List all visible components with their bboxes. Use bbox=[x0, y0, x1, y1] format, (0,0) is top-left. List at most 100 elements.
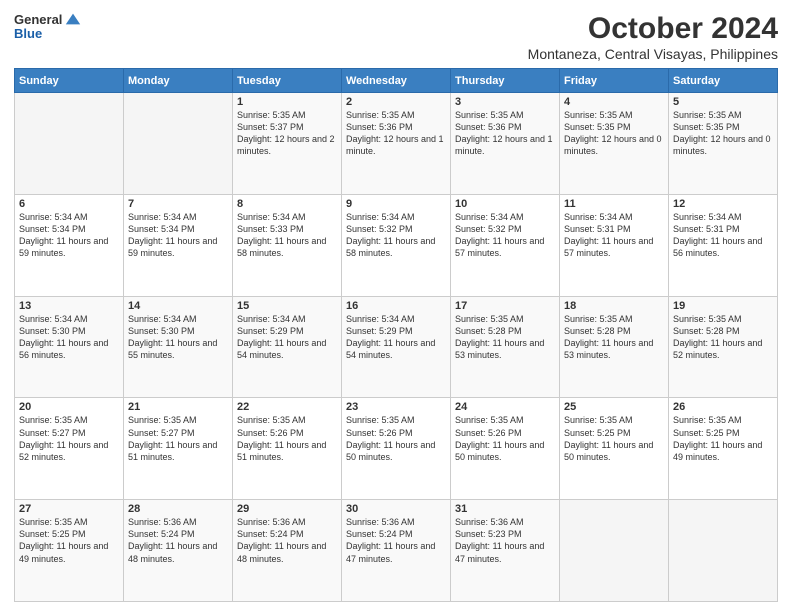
calendar-cell: 26Sunrise: 5:35 AMSunset: 5:25 PMDayligh… bbox=[669, 398, 778, 500]
calendar-cell: 30Sunrise: 5:36 AMSunset: 5:24 PMDayligh… bbox=[342, 500, 451, 602]
day-info: Sunrise: 5:35 AMSunset: 5:27 PMDaylight:… bbox=[19, 414, 119, 463]
day-info: Sunrise: 5:35 AMSunset: 5:25 PMDaylight:… bbox=[673, 414, 773, 463]
calendar-cell: 29Sunrise: 5:36 AMSunset: 5:24 PMDayligh… bbox=[233, 500, 342, 602]
day-number: 10 bbox=[455, 198, 555, 210]
calendar-cell: 2Sunrise: 5:35 AMSunset: 5:36 PMDaylight… bbox=[342, 93, 451, 195]
calendar-cell bbox=[669, 500, 778, 602]
day-info: Sunrise: 5:34 AMSunset: 5:32 PMDaylight:… bbox=[346, 211, 446, 260]
day-number: 11 bbox=[564, 198, 664, 210]
title-block: October 2024 Montaneza, Central Visayas,… bbox=[528, 12, 778, 62]
day-info: Sunrise: 5:36 AMSunset: 5:24 PMDaylight:… bbox=[346, 516, 446, 565]
day-info: Sunrise: 5:35 AMSunset: 5:26 PMDaylight:… bbox=[455, 414, 555, 463]
calendar-cell: 28Sunrise: 5:36 AMSunset: 5:24 PMDayligh… bbox=[124, 500, 233, 602]
day-number: 4 bbox=[564, 96, 664, 108]
day-number: 28 bbox=[128, 503, 228, 515]
calendar-cell bbox=[560, 500, 669, 602]
header: General Blue October 2024 Montaneza, Cen… bbox=[14, 12, 778, 62]
calendar-cell: 27Sunrise: 5:35 AMSunset: 5:25 PMDayligh… bbox=[15, 500, 124, 602]
day-info: Sunrise: 5:35 AMSunset: 5:28 PMDaylight:… bbox=[564, 313, 664, 362]
calendar-cell: 24Sunrise: 5:35 AMSunset: 5:26 PMDayligh… bbox=[451, 398, 560, 500]
day-info: Sunrise: 5:36 AMSunset: 5:23 PMDaylight:… bbox=[455, 516, 555, 565]
day-info: Sunrise: 5:34 AMSunset: 5:30 PMDaylight:… bbox=[19, 313, 119, 362]
week-row-5: 27Sunrise: 5:35 AMSunset: 5:25 PMDayligh… bbox=[15, 500, 778, 602]
calendar-cell: 16Sunrise: 5:34 AMSunset: 5:29 PMDayligh… bbox=[342, 296, 451, 398]
day-number: 30 bbox=[346, 503, 446, 515]
day-info: Sunrise: 5:35 AMSunset: 5:26 PMDaylight:… bbox=[346, 414, 446, 463]
calendar-cell: 9Sunrise: 5:34 AMSunset: 5:32 PMDaylight… bbox=[342, 194, 451, 296]
day-number: 20 bbox=[19, 401, 119, 413]
day-info: Sunrise: 5:34 AMSunset: 5:29 PMDaylight:… bbox=[237, 313, 337, 362]
calendar-cell: 14Sunrise: 5:34 AMSunset: 5:30 PMDayligh… bbox=[124, 296, 233, 398]
day-info: Sunrise: 5:34 AMSunset: 5:31 PMDaylight:… bbox=[673, 211, 773, 260]
weekday-header-sunday: Sunday bbox=[15, 69, 124, 93]
day-info: Sunrise: 5:35 AMSunset: 5:25 PMDaylight:… bbox=[564, 414, 664, 463]
weekday-header-wednesday: Wednesday bbox=[342, 69, 451, 93]
day-number: 12 bbox=[673, 198, 773, 210]
day-info: Sunrise: 5:35 AMSunset: 5:35 PMDaylight:… bbox=[673, 109, 773, 158]
day-info: Sunrise: 5:34 AMSunset: 5:32 PMDaylight:… bbox=[455, 211, 555, 260]
day-number: 8 bbox=[237, 198, 337, 210]
day-number: 1 bbox=[237, 96, 337, 108]
day-number: 14 bbox=[128, 300, 228, 312]
day-info: Sunrise: 5:35 AMSunset: 5:28 PMDaylight:… bbox=[455, 313, 555, 362]
day-info: Sunrise: 5:35 AMSunset: 5:26 PMDaylight:… bbox=[237, 414, 337, 463]
day-number: 5 bbox=[673, 96, 773, 108]
week-row-2: 6Sunrise: 5:34 AMSunset: 5:34 PMDaylight… bbox=[15, 194, 778, 296]
calendar-cell: 18Sunrise: 5:35 AMSunset: 5:28 PMDayligh… bbox=[560, 296, 669, 398]
day-number: 18 bbox=[564, 300, 664, 312]
day-info: Sunrise: 5:34 AMSunset: 5:30 PMDaylight:… bbox=[128, 313, 228, 362]
day-number: 9 bbox=[346, 198, 446, 210]
day-number: 6 bbox=[19, 198, 119, 210]
day-info: Sunrise: 5:36 AMSunset: 5:24 PMDaylight:… bbox=[128, 516, 228, 565]
calendar-cell: 5Sunrise: 5:35 AMSunset: 5:35 PMDaylight… bbox=[669, 93, 778, 195]
logo-blue: Blue bbox=[14, 26, 82, 42]
calendar-cell: 23Sunrise: 5:35 AMSunset: 5:26 PMDayligh… bbox=[342, 398, 451, 500]
calendar-cell: 19Sunrise: 5:35 AMSunset: 5:28 PMDayligh… bbox=[669, 296, 778, 398]
day-info: Sunrise: 5:35 AMSunset: 5:37 PMDaylight:… bbox=[237, 109, 337, 158]
day-number: 25 bbox=[564, 401, 664, 413]
day-number: 21 bbox=[128, 401, 228, 413]
week-row-4: 20Sunrise: 5:35 AMSunset: 5:27 PMDayligh… bbox=[15, 398, 778, 500]
day-number: 16 bbox=[346, 300, 446, 312]
calendar-cell: 6Sunrise: 5:34 AMSunset: 5:34 PMDaylight… bbox=[15, 194, 124, 296]
day-info: Sunrise: 5:35 AMSunset: 5:36 PMDaylight:… bbox=[346, 109, 446, 158]
calendar-cell: 25Sunrise: 5:35 AMSunset: 5:25 PMDayligh… bbox=[560, 398, 669, 500]
calendar-table: SundayMondayTuesdayWednesdayThursdayFrid… bbox=[14, 68, 778, 602]
day-info: Sunrise: 5:34 AMSunset: 5:34 PMDaylight:… bbox=[128, 211, 228, 260]
calendar-cell: 22Sunrise: 5:35 AMSunset: 5:26 PMDayligh… bbox=[233, 398, 342, 500]
day-number: 23 bbox=[346, 401, 446, 413]
page: General Blue October 2024 Montaneza, Cen… bbox=[0, 0, 792, 612]
logo: General Blue bbox=[14, 12, 82, 42]
calendar-cell: 11Sunrise: 5:34 AMSunset: 5:31 PMDayligh… bbox=[560, 194, 669, 296]
day-number: 19 bbox=[673, 300, 773, 312]
day-info: Sunrise: 5:34 AMSunset: 5:31 PMDaylight:… bbox=[564, 211, 664, 260]
calendar-cell: 21Sunrise: 5:35 AMSunset: 5:27 PMDayligh… bbox=[124, 398, 233, 500]
week-row-3: 13Sunrise: 5:34 AMSunset: 5:30 PMDayligh… bbox=[15, 296, 778, 398]
weekday-header-monday: Monday bbox=[124, 69, 233, 93]
day-info: Sunrise: 5:35 AMSunset: 5:25 PMDaylight:… bbox=[19, 516, 119, 565]
day-number: 29 bbox=[237, 503, 337, 515]
calendar-cell: 1Sunrise: 5:35 AMSunset: 5:37 PMDaylight… bbox=[233, 93, 342, 195]
day-number: 2 bbox=[346, 96, 446, 108]
calendar-cell: 10Sunrise: 5:34 AMSunset: 5:32 PMDayligh… bbox=[451, 194, 560, 296]
day-number: 7 bbox=[128, 198, 228, 210]
calendar-cell: 3Sunrise: 5:35 AMSunset: 5:36 PMDaylight… bbox=[451, 93, 560, 195]
week-row-1: 1Sunrise: 5:35 AMSunset: 5:37 PMDaylight… bbox=[15, 93, 778, 195]
day-number: 3 bbox=[455, 96, 555, 108]
day-number: 13 bbox=[19, 300, 119, 312]
day-info: Sunrise: 5:35 AMSunset: 5:28 PMDaylight:… bbox=[673, 313, 773, 362]
weekday-header-friday: Friday bbox=[560, 69, 669, 93]
day-info: Sunrise: 5:34 AMSunset: 5:34 PMDaylight:… bbox=[19, 211, 119, 260]
calendar-cell: 7Sunrise: 5:34 AMSunset: 5:34 PMDaylight… bbox=[124, 194, 233, 296]
day-info: Sunrise: 5:36 AMSunset: 5:24 PMDaylight:… bbox=[237, 516, 337, 565]
weekday-header-saturday: Saturday bbox=[669, 69, 778, 93]
weekday-header-thursday: Thursday bbox=[451, 69, 560, 93]
calendar-cell: 15Sunrise: 5:34 AMSunset: 5:29 PMDayligh… bbox=[233, 296, 342, 398]
calendar-cell bbox=[124, 93, 233, 195]
day-number: 26 bbox=[673, 401, 773, 413]
logo-icon bbox=[64, 10, 82, 28]
day-info: Sunrise: 5:35 AMSunset: 5:27 PMDaylight:… bbox=[128, 414, 228, 463]
day-number: 24 bbox=[455, 401, 555, 413]
weekday-header-tuesday: Tuesday bbox=[233, 69, 342, 93]
day-info: Sunrise: 5:35 AMSunset: 5:35 PMDaylight:… bbox=[564, 109, 664, 158]
